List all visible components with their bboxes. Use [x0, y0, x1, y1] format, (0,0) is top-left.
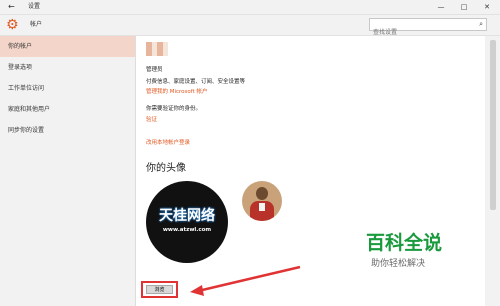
sidebar-item-sync-settings[interactable]: 同步你的设置	[0, 120, 135, 141]
main-content: 管理员 付费信息、家庭设置、订阅、安全设置等 管理我的 Microsoft 帐户…	[136, 36, 485, 306]
title-bar: ← 设置 — □ ✕	[0, 0, 500, 15]
sidebar-item-your-account[interactable]: 你的帐户	[0, 36, 135, 57]
settings-header: ⚙ 帐户 ⌕	[0, 15, 500, 38]
search-box[interactable]: ⌕	[369, 18, 487, 38]
scrollbar-thumb[interactable]	[490, 40, 496, 210]
brand-watermark-subtitle: 助你轻松解决	[371, 259, 426, 269]
scrollbar[interactable]	[486, 36, 500, 306]
minimize-button[interactable]: —	[430, 0, 452, 14]
window-title: 设置	[28, 3, 41, 10]
gear-icon: ⚙	[6, 17, 19, 33]
search-icon[interactable]: ⌕	[479, 19, 483, 30]
brand-watermark-title: 百科全说	[366, 232, 443, 254]
back-arrow-icon[interactable]: ←	[8, 0, 15, 14]
sidebar-item-sign-in-options[interactable]: 登录选项	[0, 57, 135, 78]
red-arrow-annotation	[190, 265, 301, 296]
close-button[interactable]: ✕	[476, 0, 498, 14]
sidebar-item-family-users[interactable]: 家庭和其他用户	[0, 99, 135, 120]
section-title: 帐户	[30, 21, 43, 28]
maximize-button[interactable]: □	[453, 0, 475, 14]
sidebar: 你的帐户 登录选项 工作单位访问 家庭和其他用户 同步你的设置	[0, 36, 135, 306]
sidebar-item-work-access[interactable]: 工作单位访问	[0, 78, 135, 99]
